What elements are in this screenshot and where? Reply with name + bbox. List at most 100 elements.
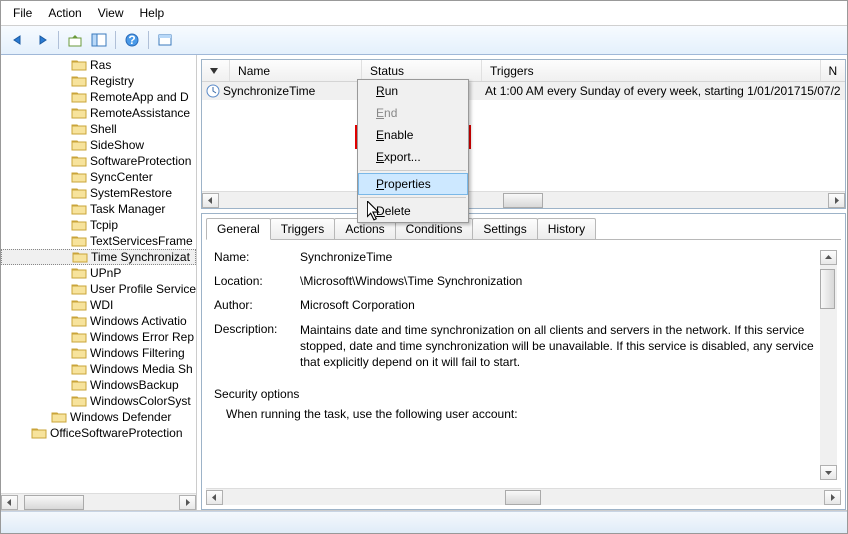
cursor-icon <box>367 201 381 221</box>
tree-item[interactable]: SoftwareProtection <box>1 153 196 169</box>
tree-item-label: Windows Error Rep <box>90 330 194 344</box>
toggle-tree-pane-button[interactable] <box>88 29 110 51</box>
tree-item-label: TextServicesFrame <box>90 234 193 248</box>
tree-item-label: Windows Filtering <box>90 346 185 360</box>
tree-item-label: SoftwareProtection <box>90 154 191 168</box>
column-next[interactable]: N <box>821 60 845 81</box>
tree-item[interactable]: User Profile Service <box>1 281 196 297</box>
tree-item-label: Time Synchronizat <box>91 250 190 264</box>
tree-item-label: SystemRestore <box>90 186 172 200</box>
tree-item[interactable]: TextServicesFrame <box>1 233 196 249</box>
details-horizontal-scrollbar[interactable] <box>206 488 841 505</box>
back-button[interactable] <box>7 29 29 51</box>
tree-item[interactable]: UPnP <box>1 265 196 281</box>
tree-item-label: Windows Defender <box>70 410 171 424</box>
context-menu-end: End <box>358 102 468 124</box>
tab-triggers[interactable]: Triggers <box>270 218 336 239</box>
column-status[interactable]: Status <box>362 60 482 81</box>
label-user-account: When running the task, use the following… <box>214 407 820 421</box>
refresh-button[interactable] <box>154 29 176 51</box>
menu-view[interactable]: View <box>90 3 132 23</box>
scroll-right-button[interactable] <box>828 193 845 208</box>
details-tabs: GeneralTriggersActionsConditionsSettings… <box>202 214 845 239</box>
details-vertical-scrollbar[interactable] <box>820 250 837 480</box>
tree-item[interactable]: Registry <box>1 73 196 89</box>
scroll-thumb[interactable] <box>505 490 541 505</box>
scroll-right-button[interactable] <box>179 495 196 510</box>
status-bar <box>1 511 847 533</box>
column-triggers[interactable]: Triggers <box>482 60 821 81</box>
folder-tree[interactable]: RasRegistryRemoteApp and DRemoteAssistan… <box>1 55 196 493</box>
scroll-thumb[interactable] <box>24 495 84 510</box>
tree-item[interactable]: Windows Media Sh <box>1 361 196 377</box>
tree-item[interactable]: SystemRestore <box>1 185 196 201</box>
value-name: SynchronizeTime <box>300 250 820 264</box>
tree-item[interactable]: Windows Activatio <box>1 313 196 329</box>
up-level-button[interactable] <box>64 29 86 51</box>
tree-item-label: RemoteAssistance <box>90 106 190 120</box>
task-name: SynchronizeTime <box>223 84 365 98</box>
scroll-left-button[interactable] <box>1 495 18 510</box>
tree-item[interactable]: WDI <box>1 297 196 313</box>
column-name[interactable]: Name <box>230 60 362 81</box>
tab-general[interactable]: General <box>206 218 271 240</box>
tree-item[interactable]: RemoteAssistance <box>1 105 196 121</box>
tree-item-label: SyncCenter <box>90 170 153 184</box>
tree-item[interactable]: Time Synchronizat <box>1 249 196 265</box>
tree-pane: RasRegistryRemoteApp and DRemoteAssistan… <box>1 55 197 510</box>
sort-indicator[interactable] <box>202 60 230 81</box>
tree-horizontal-scrollbar[interactable] <box>1 493 196 510</box>
label-location: Location: <box>214 274 300 288</box>
toolbar-separator <box>115 31 116 49</box>
tree-item[interactable]: RemoteApp and D <box>1 89 196 105</box>
tree-item[interactable]: Ras <box>1 57 196 73</box>
scroll-left-button[interactable] <box>202 193 219 208</box>
content-area: RasRegistryRemoteApp and DRemoteAssistan… <box>1 55 847 511</box>
context-menu-enable[interactable]: Enable <box>358 124 468 146</box>
tree-item-label: Task Manager <box>90 202 165 216</box>
menubar: File Action View Help <box>1 1 847 26</box>
tree-item[interactable]: Shell <box>1 121 196 137</box>
context-menu-properties[interactable]: Properties <box>358 173 468 195</box>
tree-item[interactable]: Windows Defender <box>1 409 196 425</box>
scroll-left-button[interactable] <box>206 490 223 505</box>
tree-item[interactable]: Tcpip <box>1 217 196 233</box>
forward-button[interactable] <box>31 29 53 51</box>
tab-settings[interactable]: Settings <box>472 218 537 239</box>
task-row[interactable]: SynchronizeTime At 1:00 AM every Sunday … <box>202 82 845 100</box>
label-author: Author: <box>214 298 300 312</box>
menu-action[interactable]: Action <box>40 3 89 23</box>
tree-item[interactable]: Windows Error Rep <box>1 329 196 345</box>
svg-text:?: ? <box>128 33 135 47</box>
tree-item[interactable]: Task Manager <box>1 201 196 217</box>
scroll-up-button[interactable] <box>820 250 837 265</box>
task-list-horizontal-scrollbar[interactable] <box>202 191 845 208</box>
toolbar-separator <box>148 31 149 49</box>
menu-file[interactable]: File <box>5 3 40 23</box>
value-author: Microsoft Corporation <box>300 298 820 312</box>
tab-history[interactable]: History <box>537 218 596 239</box>
tree-item[interactable]: OfficeSoftwareProtection <box>1 425 196 441</box>
tree-item-label: User Profile Service <box>90 282 196 296</box>
scroll-thumb[interactable] <box>820 269 835 309</box>
tree-item[interactable]: Windows Filtering <box>1 345 196 361</box>
tree-item-label: OfficeSoftwareProtection <box>50 426 183 440</box>
help-button[interactable]: ? <box>121 29 143 51</box>
scroll-thumb[interactable] <box>503 193 543 208</box>
context-menu-export[interactable]: Export... <box>358 146 468 168</box>
menu-help[interactable]: Help <box>132 3 173 23</box>
tree-item-label: SideShow <box>90 138 144 152</box>
tree-item[interactable]: WindowsBackup <box>1 377 196 393</box>
context-menu-run[interactable]: Run <box>358 80 468 102</box>
task-list-body[interactable]: SynchronizeTime At 1:00 AM every Sunday … <box>202 82 845 191</box>
label-security-options: Security options <box>214 387 820 401</box>
scroll-down-button[interactable] <box>820 465 837 480</box>
tree-item-label: Windows Activatio <box>90 314 187 328</box>
tree-item[interactable]: SideShow <box>1 137 196 153</box>
tree-item-label: Windows Media Sh <box>90 362 193 376</box>
tree-item[interactable]: WindowsColorSyst <box>1 393 196 409</box>
scroll-right-button[interactable] <box>824 490 841 505</box>
tree-item-label: WDI <box>90 298 113 312</box>
tree-item[interactable]: SyncCenter <box>1 169 196 185</box>
clock-icon <box>206 84 220 98</box>
